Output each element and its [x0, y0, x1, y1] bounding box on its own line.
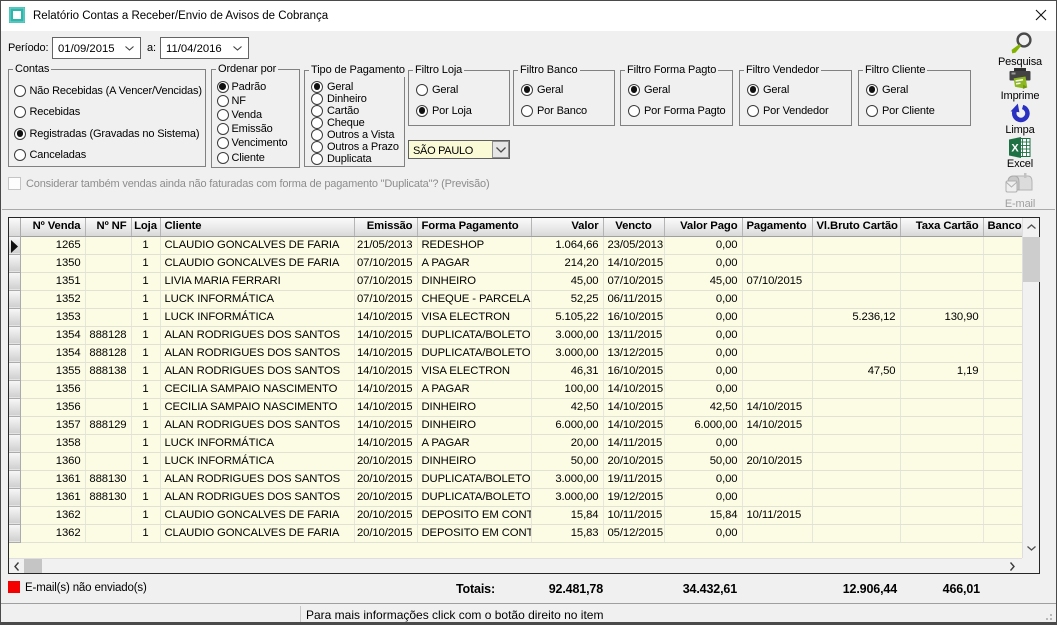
svg-text:X: X — [1011, 143, 1019, 155]
